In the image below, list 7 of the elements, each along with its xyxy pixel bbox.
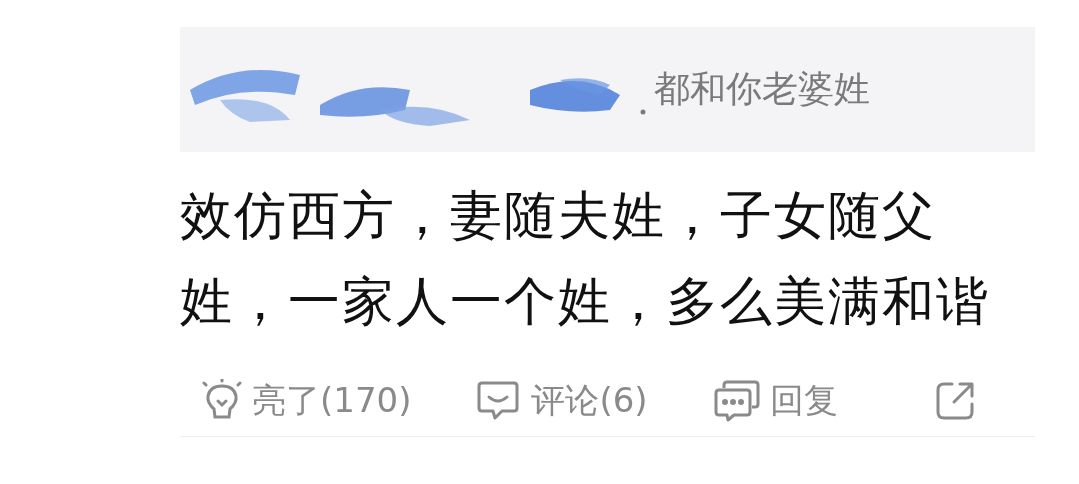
reply-icon <box>713 380 760 422</box>
reply-button[interactable]: 回复 <box>713 378 838 424</box>
comment-button[interactable]: 评论(6) <box>475 378 648 424</box>
comment-text: 效仿西方，妻随夫姓，子女随父姓，一家人一个姓，多么美满和谐 <box>180 184 991 333</box>
like-button[interactable]: 亮了(170) <box>202 378 412 424</box>
comment-icon <box>475 380 522 422</box>
quoted-reply-text: 都和你老婆姓 <box>654 67 870 111</box>
